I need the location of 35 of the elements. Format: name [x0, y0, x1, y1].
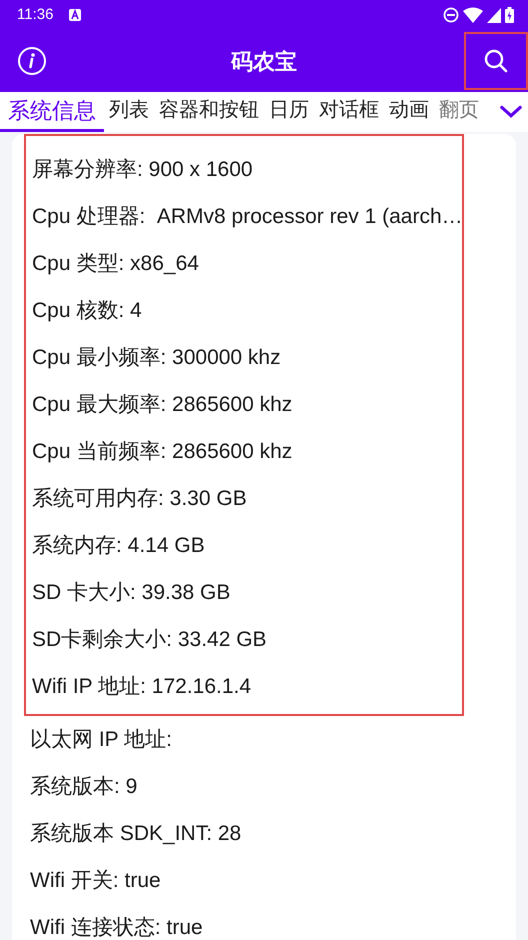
signal-icon — [487, 8, 501, 22]
info-icon — [17, 46, 47, 76]
do-not-disturb-icon — [443, 7, 459, 23]
info-row-text: 以太网 IP 地址: — [29, 727, 173, 753]
wifi-icon — [463, 7, 483, 23]
tab[interactable]: 翻页 — [434, 92, 484, 132]
chevron-down-icon — [500, 105, 522, 119]
info-row-text: Wifi 开关: true — [29, 868, 162, 894]
info-row-text: Cpu 核数: 4 — [31, 298, 143, 324]
info-row-text: Cpu 当前频率: 2865600 khz — [31, 439, 294, 465]
info-row-text: 系统内存: 4.14 GB — [31, 533, 206, 559]
info-row-text: 系统版本 SDK_INT: 28 — [29, 821, 242, 847]
info-row-text: Cpu 处理器: ARMv8 processor rev 1 (aarch… — [31, 204, 462, 230]
tab[interactable]: 动画 — [384, 92, 434, 132]
battery-icon — [505, 7, 514, 23]
info-row-text: 屏幕分辨率: 900 x 1600 — [31, 157, 254, 183]
search-button[interactable] — [464, 32, 528, 90]
notification-icon — [69, 9, 82, 21]
info-row-text: SD卡剩余大小: 33.42 GB — [31, 627, 268, 653]
info-row-text: Cpu 最小频率: 300000 khz — [31, 345, 282, 371]
info-row-text: Wifi IP 地址: 172.16.1.4 — [31, 674, 252, 700]
info-row-text: 系统版本: 9 — [29, 774, 138, 800]
info-row-text: Cpu 类型: x86_64 — [31, 251, 200, 277]
tab[interactable]: 对话框 — [314, 92, 384, 132]
info-row-text: 系统可用内存: 3.30 GB — [31, 486, 248, 512]
info-row-text: SD 卡大小: 39.38 GB — [31, 580, 232, 606]
search-icon — [483, 48, 509, 74]
info-row-text: Wifi 连接状态: true — [29, 915, 204, 940]
tab[interactable]: 日历 — [264, 92, 314, 132]
tab[interactable]: 列表 — [104, 92, 154, 132]
status-time: 11:36 — [17, 4, 54, 25]
app-title: 码农宝 — [231, 48, 297, 76]
tab[interactable]: 系统信息 — [0, 92, 104, 132]
info-row-text: Cpu 最大频率: 2865600 khz — [31, 392, 294, 418]
tab[interactable]: 容器和按钮 — [154, 92, 264, 132]
